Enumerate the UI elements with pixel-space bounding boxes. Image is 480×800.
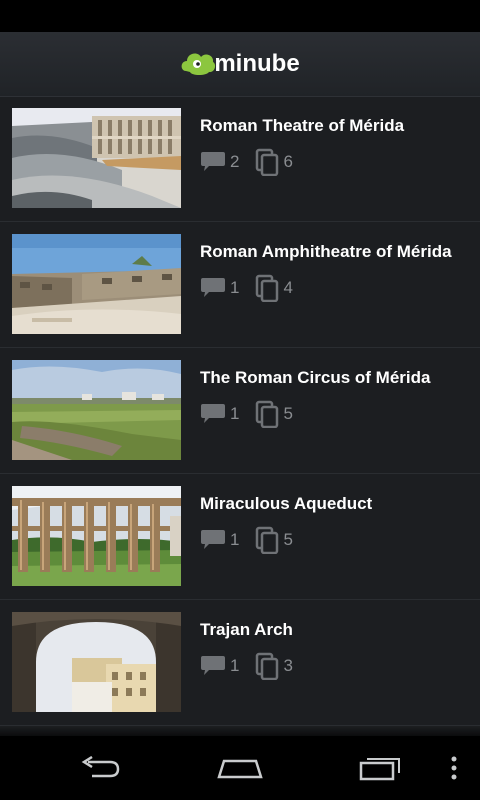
photos-count: 6 — [255, 148, 293, 176]
place-stats: 1 4 — [200, 274, 309, 302]
comments-count: 1 — [200, 655, 239, 677]
speech-bubble-icon — [201, 530, 225, 549]
minube-logo[interactable]: minube — [180, 49, 300, 79]
comments-value: 1 — [230, 530, 240, 549]
list-item[interactable]: Miraculous Aqueduct 1 5 — [0, 474, 480, 600]
place-title: The Roman Circus of Mérida — [200, 368, 431, 387]
comments-value: 2 — [230, 152, 240, 171]
place-stats: 1 5 — [200, 526, 309, 554]
photos-value: 4 — [283, 278, 293, 297]
place-title: Roman Theatre of Mérida — [200, 116, 405, 135]
app-bar: minube — [0, 32, 480, 97]
place-thumbnail — [12, 108, 181, 208]
place-stats: 2 6 — [200, 148, 309, 176]
photos-count: 5 — [255, 526, 293, 554]
photos-count: 4 — [255, 274, 293, 302]
comments-count: 2 — [200, 151, 239, 173]
speech-bubble-icon — [201, 278, 225, 297]
speech-bubble-icon — [201, 656, 225, 675]
navigation-bar — [0, 736, 480, 800]
comments-value: 1 — [230, 404, 240, 423]
photo-stack-icon — [256, 274, 279, 302]
place-title: Roman Amphitheatre of Mérida — [200, 242, 452, 261]
list-item[interactable]: Roman Theatre of Mérida 2 6 — [0, 96, 480, 222]
home-icon — [217, 759, 263, 779]
recent-apps-button[interactable] — [350, 748, 410, 788]
place-stats: 1 3 — [200, 652, 309, 680]
comments-count: 1 — [200, 403, 239, 425]
photos-count: 5 — [255, 400, 293, 428]
photos-value: 5 — [283, 530, 293, 549]
comments-count: 1 — [200, 529, 239, 551]
places-list: Roman Theatre of Mérida 2 6 Roman Amphit… — [0, 96, 480, 726]
minube-logo-icon — [181, 53, 216, 75]
photos-value: 5 — [283, 404, 293, 423]
back-button[interactable] — [70, 748, 130, 788]
status-bar — [0, 0, 480, 32]
photos-count: 3 — [255, 652, 293, 680]
photo-stack-icon — [256, 148, 279, 176]
photo-stack-icon — [256, 400, 279, 428]
list-item[interactable]: Trajan Arch 1 3 — [0, 600, 480, 726]
place-thumbnail — [12, 612, 181, 712]
place-title: Trajan Arch — [200, 620, 293, 639]
logo-text: minube — [214, 50, 300, 77]
photo-stack-icon — [256, 652, 279, 680]
place-thumbnail — [12, 360, 181, 460]
comments-value: 1 — [230, 656, 240, 675]
list-item[interactable]: Roman Amphitheatre of Mérida 1 4 — [0, 222, 480, 348]
comments-count: 1 — [200, 277, 239, 299]
overflow-menu-button[interactable] — [436, 748, 472, 788]
place-thumbnail — [12, 234, 181, 334]
photo-stack-icon — [256, 526, 279, 554]
home-button[interactable] — [210, 748, 270, 788]
comments-value: 1 — [230, 278, 240, 297]
place-stats: 1 5 — [200, 400, 309, 428]
recent-apps-icon — [359, 758, 400, 781]
back-icon — [81, 756, 120, 778]
screen: minube Roman Theatre of Mérida 2 6 Roman… — [0, 0, 480, 800]
place-title: Miraculous Aqueduct — [200, 494, 373, 513]
overflow-menu-icon — [451, 756, 457, 780]
list-item[interactable]: The Roman Circus of Mérida 1 5 — [0, 348, 480, 474]
speech-bubble-icon — [201, 152, 225, 171]
nav-shadow — [0, 726, 480, 736]
photos-value: 3 — [283, 656, 293, 675]
speech-bubble-icon — [201, 404, 225, 423]
photos-value: 6 — [283, 152, 293, 171]
place-thumbnail — [12, 486, 181, 586]
